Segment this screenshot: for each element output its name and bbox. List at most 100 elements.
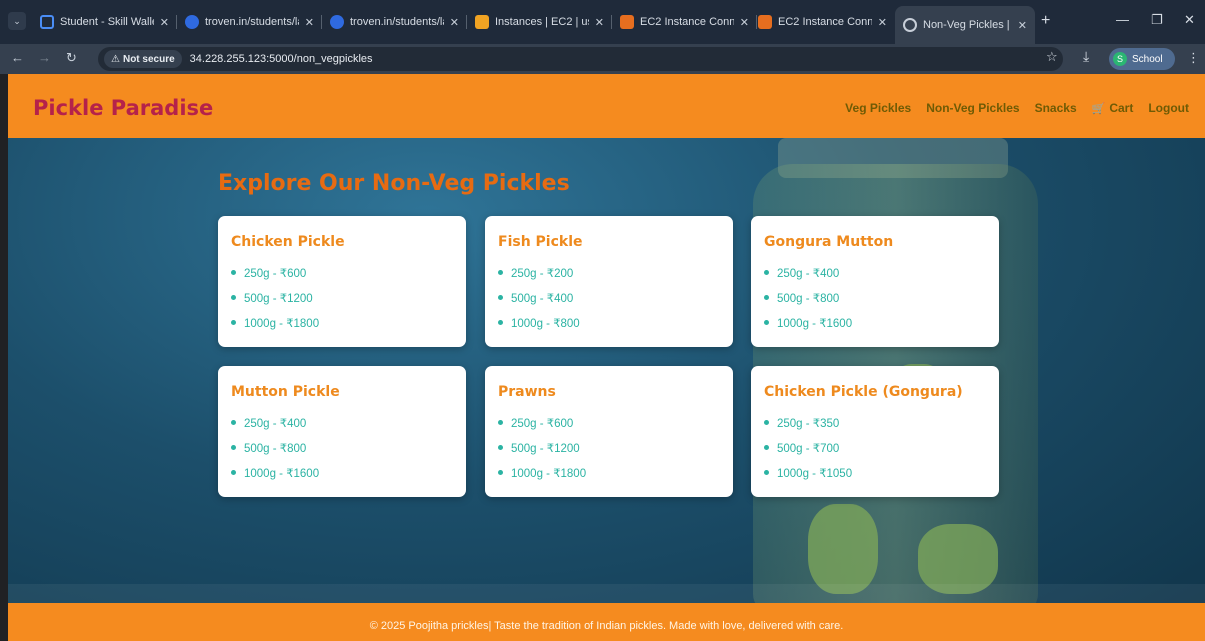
product-card[interactable]: Fish Pickle 250g - ₹200 500g - ₹400 1000… — [485, 216, 733, 347]
new-tab-icon[interactable]: + — [1041, 12, 1050, 30]
page-viewport: Pickle Paradise Veg Pickles Non-Veg Pick… — [8, 74, 1205, 641]
bullet — [498, 295, 503, 300]
site-logo[interactable]: Pickle Paradise — [33, 96, 213, 120]
price-list: 250g - ₹600 500g - ₹1200 1000g - ₹1800 — [231, 260, 453, 335]
browser-tab[interactable]: EC2 Instance Connec ✕ — [750, 6, 895, 38]
restore-icon[interactable]: ❐ — [1151, 12, 1163, 28]
bullet — [498, 270, 503, 275]
bullet — [231, 295, 236, 300]
price-text: 500g - ₹1200 — [511, 442, 580, 455]
globe-icon — [903, 18, 917, 32]
wallet-icon — [40, 15, 54, 29]
price-text: 1000g - ₹1600 — [244, 467, 320, 480]
reload-icon[interactable]: ↻ — [66, 50, 77, 66]
download-icon[interactable]: ⤓ — [1083, 48, 1089, 65]
browser-tab[interactable]: EC2 Instance Connec ✕ — [612, 6, 757, 38]
price-option: 250g - ₹400 — [231, 410, 453, 435]
price-text: 1000g - ₹800 — [511, 317, 580, 330]
troven-icon — [330, 15, 344, 29]
browser-tab-active[interactable]: Non-Veg Pickles | Pic ✕ — [895, 6, 1035, 44]
bullet — [764, 420, 769, 425]
cube-icon — [758, 15, 772, 29]
window-close-icon[interactable]: ✕ — [1184, 12, 1195, 28]
minimize-icon[interactable]: — — [1116, 12, 1129, 27]
bullet — [764, 445, 769, 450]
price-text: 1000g - ₹1800 — [511, 467, 587, 480]
page-title: Explore Our Non-Veg Pickles — [218, 171, 570, 196]
close-icon[interactable]: ✕ — [878, 16, 887, 29]
nav-cart-link[interactable]: 🛒 Cart — [1092, 101, 1134, 115]
price-list: 250g - ₹600 500g - ₹1200 1000g - ₹1800 — [498, 410, 720, 485]
price-text: 500g - ₹700 — [777, 442, 840, 455]
price-text: 250g - ₹200 — [511, 267, 574, 280]
price-text: 250g - ₹600 — [244, 267, 307, 280]
price-option: 250g - ₹200 — [498, 260, 720, 285]
tab-search-chevron-icon[interactable]: ⌄ — [8, 12, 26, 30]
price-list: 250g - ₹200 500g - ₹400 1000g - ₹800 — [498, 260, 720, 335]
product-card[interactable]: Chicken Pickle (Gongura) 250g - ₹350 500… — [751, 366, 999, 497]
price-text: 250g - ₹400 — [244, 417, 307, 430]
product-card[interactable]: Gongura Mutton 250g - ₹400 500g - ₹800 1… — [751, 216, 999, 347]
price-option: 500g - ₹1200 — [231, 285, 453, 310]
price-option: 500g - ₹800 — [231, 435, 453, 460]
price-option: 250g - ₹400 — [764, 260, 986, 285]
browser-tab[interactable]: troven.in/students/la ✕ — [177, 6, 322, 38]
bullet — [231, 420, 236, 425]
price-list: 250g - ₹350 500g - ₹700 1000g - ₹1050 — [764, 410, 986, 485]
bullet — [231, 320, 236, 325]
product-name: Fish Pickle — [498, 234, 583, 250]
browser-tab[interactable]: troven.in/students/la ✕ — [322, 6, 467, 38]
browser-tab[interactable]: Instances | EC2 | us-e ✕ — [467, 6, 612, 38]
product-name: Prawns — [498, 384, 556, 400]
product-card[interactable]: Mutton Pickle 250g - ₹400 500g - ₹800 10… — [218, 366, 466, 497]
bullet — [764, 270, 769, 275]
site-footer: © 2025 Poojitha prickles| Taste the trad… — [8, 603, 1205, 641]
nav-non-veg-pickles-link[interactable]: Non-Veg Pickles — [926, 101, 1019, 115]
browser-tab[interactable]: Student - Skill Wallet ✕ — [32, 6, 177, 38]
bookmark-star-icon[interactable]: ☆ — [1046, 49, 1058, 65]
price-text: 500g - ₹800 — [244, 442, 307, 455]
close-icon[interactable]: ✕ — [595, 16, 604, 29]
profile-name: School — [1132, 53, 1163, 65]
tab-title: Student - Skill Wallet — [60, 16, 154, 28]
price-text: 250g - ₹600 — [511, 417, 574, 430]
profile-button[interactable]: S School — [1109, 48, 1175, 70]
price-text: 500g - ₹400 — [511, 292, 574, 305]
tab-title: EC2 Instance Connec — [778, 16, 872, 28]
product-card[interactable]: Chicken Pickle 250g - ₹600 500g - ₹1200 … — [218, 216, 466, 347]
price-option: 1000g - ₹1050 — [764, 460, 986, 485]
address-bar[interactable]: ⚠ Not secure 34.228.255.123:5000/non_veg… — [98, 47, 1063, 71]
browser-tab-strip: ⌄ Student - Skill Wallet ✕ troven.in/stu… — [0, 0, 1205, 44]
bullet — [231, 470, 236, 475]
close-icon[interactable]: ✕ — [740, 16, 749, 29]
price-list: 250g - ₹400 500g - ₹800 1000g - ₹1600 — [231, 410, 453, 485]
back-icon[interactable]: ← — [11, 50, 24, 65]
product-card[interactable]: Prawns 250g - ₹600 500g - ₹1200 1000g - … — [485, 366, 733, 497]
bullet — [498, 420, 503, 425]
site-header: Pickle Paradise Veg Pickles Non-Veg Pick… — [8, 74, 1205, 138]
close-icon[interactable]: ✕ — [160, 16, 169, 29]
more-menu-icon[interactable]: ⋮ — [1187, 50, 1200, 66]
close-icon[interactable]: ✕ — [1018, 19, 1027, 32]
url-text[interactable]: 34.228.255.123:5000/non_vegpickles — [190, 53, 373, 65]
close-icon[interactable]: ✕ — [450, 16, 459, 29]
price-option: 500g - ₹800 — [764, 285, 986, 310]
nav-veg-pickles-link[interactable]: Veg Pickles — [845, 101, 911, 115]
security-chip[interactable]: ⚠ Not secure — [104, 50, 182, 68]
warning-icon: ⚠ — [111, 53, 120, 65]
nav-snacks-link[interactable]: Snacks — [1035, 101, 1077, 115]
tab-title: troven.in/students/la — [350, 16, 444, 28]
aws-icon — [475, 15, 489, 29]
background-table-edge — [8, 584, 1205, 604]
nav-logout-link[interactable]: Logout — [1148, 101, 1189, 115]
price-option: 500g - ₹1200 — [498, 435, 720, 460]
tab-title: Non-Veg Pickles | Pic — [923, 19, 1012, 31]
browser-toolbar: ← → ↻ ⚠ Not secure 34.228.255.123:5000/n… — [0, 44, 1205, 74]
price-option: 500g - ₹400 — [498, 285, 720, 310]
close-icon[interactable]: ✕ — [305, 16, 314, 29]
price-text: 500g - ₹1200 — [244, 292, 313, 305]
price-text: 1000g - ₹1600 — [777, 317, 853, 330]
price-text: 500g - ₹800 — [777, 292, 840, 305]
price-text: 1000g - ₹1800 — [244, 317, 320, 330]
forward-icon[interactable]: → — [38, 50, 51, 65]
